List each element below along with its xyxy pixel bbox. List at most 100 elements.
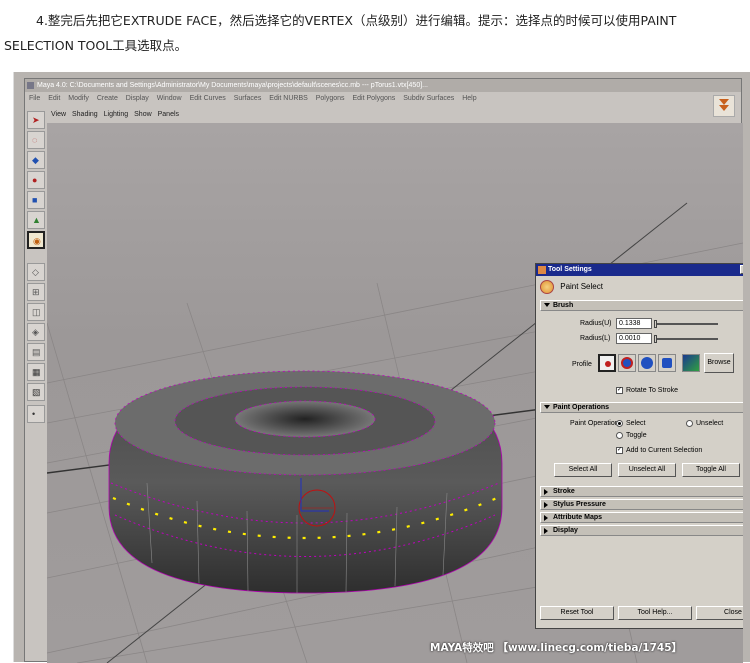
graph-icon: ▧ xyxy=(32,387,41,397)
profile-image-swatch[interactable] xyxy=(682,354,700,372)
menu-polygons[interactable]: Polygons xyxy=(316,95,345,102)
maya-app-icon xyxy=(27,82,34,89)
unselect-all-button[interactable]: Unselect All xyxy=(618,463,676,477)
menu-edit-curves[interactable]: Edit Curves xyxy=(190,95,226,102)
maya-title-bar: Maya 4.0: C:\Documents and Settings\Admi… xyxy=(25,79,741,92)
collapse-down-icon xyxy=(544,303,550,307)
expand-right-icon xyxy=(544,489,548,495)
reset-tool-button[interactable]: Reset Tool xyxy=(540,606,614,620)
move-tool-button[interactable]: ◆ xyxy=(27,151,45,169)
menu-help[interactable]: Help xyxy=(462,95,476,102)
screenshot-frame: Maya 4.0: C:\Documents and Settings\Admi… xyxy=(13,72,750,663)
section-attribute-maps[interactable]: Attribute Maps xyxy=(540,512,743,523)
paint-select-icon xyxy=(540,280,554,294)
add-to-selection-checkbox[interactable]: ✓ xyxy=(616,447,623,454)
slider-knob[interactable] xyxy=(654,320,657,328)
profile-solid-button[interactable] xyxy=(638,354,656,372)
tool-name: Paint Select xyxy=(560,282,603,292)
select-all-button[interactable]: Select All xyxy=(554,463,612,477)
collapse-down-icon xyxy=(544,405,550,409)
gaussian-brush-icon xyxy=(605,361,611,367)
section-brush[interactable]: Brush xyxy=(540,300,743,311)
layout-icon: ◇ xyxy=(32,267,39,277)
layout-split-button[interactable]: ◫ xyxy=(27,303,45,321)
layout-grid-icon: ⊞ xyxy=(32,287,40,297)
lasso-tool-button[interactable]: ◌ xyxy=(27,131,45,149)
scale-icon: ■ xyxy=(32,195,38,205)
viewport-menu-lighting[interactable]: Lighting xyxy=(104,111,129,118)
article-line-1: 4.整完后先把它EXTRUDE FACE，然后选择它的VERTEX（点级别）进行… xyxy=(36,13,677,28)
select-radio[interactable] xyxy=(616,420,623,427)
profile-square-button[interactable] xyxy=(658,354,676,372)
radius-u-slider[interactable] xyxy=(654,320,718,328)
viewport-menu-show[interactable]: Show xyxy=(134,111,152,118)
main-menu-bar: File Edit Modify Create Display Window E… xyxy=(25,93,741,105)
rotate-to-stroke-checkbox[interactable]: ✓ xyxy=(616,387,623,394)
close-button[interactable]: Close xyxy=(696,606,743,620)
radius-u-label: Radius(U) xyxy=(580,320,612,327)
section-paint-operations[interactable]: Paint Operations xyxy=(540,402,743,413)
toggle-radio-label: Toggle xyxy=(626,432,647,439)
radius-l-field[interactable]: 0.0010 xyxy=(616,333,652,344)
tool-help-button[interactable]: Tool Help... xyxy=(618,606,692,620)
toolbox: ➤ ◌ ◆ ● ■ ▲ ◉ ◇ ⊞ ◫ ◈ ▤ ▦ ▧ • xyxy=(25,109,47,469)
viewport-menu-view[interactable]: View xyxy=(51,111,66,118)
chevron-down-icon xyxy=(719,105,729,111)
select-tool-button[interactable]: ➤ xyxy=(27,111,45,129)
unselect-radio-label: Unselect xyxy=(696,420,724,427)
move-icon: ◆ xyxy=(32,155,39,165)
menu-subdiv-surfaces[interactable]: Subdiv Surfaces xyxy=(403,95,454,102)
layout-single-button[interactable]: ◇ xyxy=(27,263,45,281)
add-to-selection-label: Add to Current Selection xyxy=(626,447,703,454)
layout-hypershade-button[interactable]: ▦ xyxy=(27,363,45,381)
profile-gaussian-button[interactable] xyxy=(598,354,616,372)
menu-modify[interactable]: Modify xyxy=(68,95,89,102)
radius-l-label: Radius(L) xyxy=(580,335,611,342)
menu-file[interactable]: File xyxy=(29,95,40,102)
rotate-tool-button[interactable]: ● xyxy=(27,171,45,189)
section-stroke[interactable]: Stroke xyxy=(540,486,743,497)
layout-graph-button[interactable]: ▧ xyxy=(27,383,45,401)
section-stylus-pressure[interactable]: Stylus Pressure xyxy=(540,499,743,510)
toggle-radio[interactable] xyxy=(616,432,623,439)
perspective-viewport[interactable]: Tool Settings _ □ × Paint Select Brush R… xyxy=(47,123,743,663)
tool-settings-window: Tool Settings _ □ × Paint Select Brush R… xyxy=(535,263,743,629)
toggle-all-button[interactable]: Toggle All xyxy=(682,463,740,477)
section-display[interactable]: Display xyxy=(540,525,743,536)
paint-select-tool-button[interactable]: ◉ xyxy=(27,231,45,249)
maya-title: Maya 4.0: C:\Documents and Settings\Admi… xyxy=(37,82,428,89)
layout-four-button[interactable]: ⊞ xyxy=(27,283,45,301)
layout-outliner-button[interactable]: ▤ xyxy=(27,343,45,361)
scale-tool-button[interactable]: ■ xyxy=(27,191,45,209)
viewport-menu-panels[interactable]: Panels xyxy=(158,111,179,118)
viewport-menu-shading[interactable]: Shading xyxy=(72,111,98,118)
layout-persp-button[interactable]: ◈ xyxy=(27,323,45,341)
manipulator-tool-button[interactable]: ▲ xyxy=(27,211,45,229)
browse-button[interactable]: Browse xyxy=(704,353,734,373)
profile-label: Profile xyxy=(572,361,592,368)
layout-split-icon: ◫ xyxy=(32,307,41,317)
menu-edit[interactable]: Edit xyxy=(48,95,60,102)
layout-extra-button[interactable]: • xyxy=(27,405,45,423)
tool-settings-toggle[interactable] xyxy=(713,95,735,117)
slider-knob[interactable] xyxy=(654,335,657,343)
menu-edit-polygons[interactable]: Edit Polygons xyxy=(353,95,396,102)
arrow-icon: ➤ xyxy=(32,115,40,125)
menu-surfaces[interactable]: Surfaces xyxy=(234,95,262,102)
paint-operation-label: Paint Operation xyxy=(570,420,619,427)
menu-edit-nurbs[interactable]: Edit NURBS xyxy=(269,95,308,102)
minimize-button[interactable]: _ xyxy=(740,265,743,274)
radius-u-field[interactable]: 0.1338 xyxy=(616,318,652,329)
unselect-radio[interactable] xyxy=(686,420,693,427)
solid-brush-icon xyxy=(641,357,653,369)
menu-window[interactable]: Window xyxy=(157,95,182,102)
menu-create[interactable]: Create xyxy=(97,95,118,102)
lasso-icon: ◌ xyxy=(32,135,38,145)
rotate-icon: ● xyxy=(32,175,38,185)
dot-icon: • xyxy=(32,409,36,419)
menu-display[interactable]: Display xyxy=(126,95,149,102)
radius-l-slider[interactable] xyxy=(654,335,718,343)
outliner-icon: ▤ xyxy=(32,347,41,357)
hypershade-icon: ▦ xyxy=(32,367,41,377)
profile-soft-button[interactable] xyxy=(618,354,636,372)
